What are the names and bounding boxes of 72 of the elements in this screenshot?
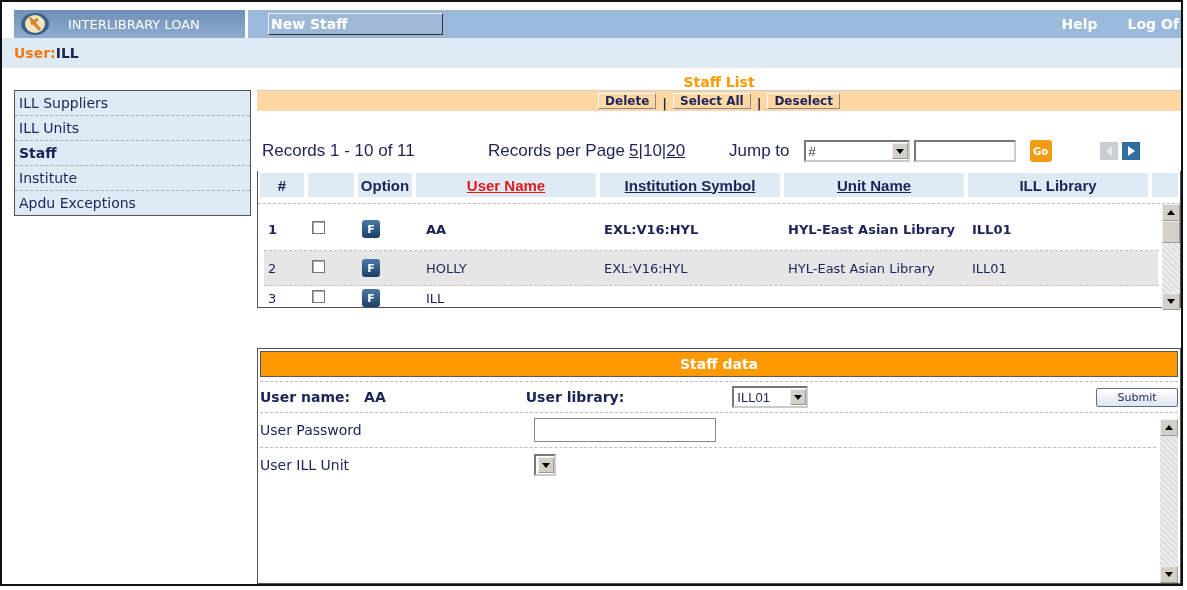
user-label: User: — [14, 45, 56, 61]
submit-button[interactable]: Submit — [1096, 387, 1178, 407]
sidebar-item[interactable]: Apdu Exceptions — [15, 191, 250, 215]
table-cell-text: EXL:V16:HYL — [603, 260, 689, 276]
caret-icon — [1167, 210, 1175, 215]
caret-icon — [1165, 572, 1173, 577]
jump-input[interactable] — [913, 140, 1016, 162]
sidebar-item[interactable]: Institute — [15, 166, 250, 191]
sidebar-item[interactable]: ILL Units — [15, 116, 250, 141]
user-value: ILL — [55, 45, 79, 61]
table-cell-text: HOLLY — [425, 260, 468, 276]
scrollbar[interactable] — [1162, 204, 1180, 310]
field-label: User Password — [260, 422, 363, 438]
scrollbar[interactable] — [1160, 419, 1178, 583]
header-cell — [308, 173, 354, 197]
jump-label: Jump to — [729, 141, 790, 161]
user-library-select[interactable]: ILL01 — [732, 386, 809, 408]
password-field[interactable] — [534, 418, 716, 442]
table-cell-text: 1 — [267, 221, 279, 237]
per-page-label: Records per Page — [488, 141, 626, 161]
column-header: ILL Library — [968, 173, 1148, 197]
sidebar-item[interactable]: Staff — [15, 141, 250, 166]
logo-icon — [20, 12, 50, 36]
user-name-value: AA — [364, 389, 386, 405]
column-header[interactable]: Unit Name — [784, 173, 964, 197]
column-header[interactable]: User Name — [416, 173, 596, 197]
staff-data-title-bar: Staff data — [260, 351, 1178, 377]
staff-list-title: Staff List — [682, 74, 756, 90]
table-cell-text: ILL01 — [971, 260, 1008, 276]
table-cell-text: ILL01 — [971, 221, 1013, 237]
per-page-option[interactable]: 20 — [666, 141, 686, 160]
caret-icon — [895, 148, 904, 154]
caret-icon — [794, 394, 803, 400]
column-header: Option — [358, 173, 412, 197]
column-header: # — [260, 173, 304, 197]
action-button[interactable]: Deselect — [767, 93, 840, 109]
table-cell-text: HYL-East Asian Library — [787, 260, 936, 276]
per-page-option[interactable]: 5 — [629, 141, 639, 160]
next-page-icon[interactable] — [1121, 142, 1140, 160]
separator: | — [638, 141, 643, 160]
row-checkbox[interactable] — [312, 290, 325, 303]
row-checkbox[interactable] — [312, 221, 325, 234]
table-cell-text: 2 — [267, 260, 278, 276]
scrollbar-thumb[interactable] — [1162, 221, 1180, 243]
ill-unit-select[interactable] — [534, 454, 556, 476]
table-cell-text: AA — [425, 221, 448, 237]
edit-button[interactable]: F — [362, 220, 380, 238]
edit-button[interactable]: F — [362, 259, 380, 277]
separator: | — [661, 141, 667, 160]
user-name-label: User name: — [260, 389, 351, 405]
table-cell-text: 3 — [267, 290, 278, 306]
edit-button[interactable]: F — [362, 289, 380, 307]
field-label: User ILL Unit — [260, 457, 351, 473]
separator: | — [662, 95, 668, 111]
row-checkbox[interactable] — [312, 260, 325, 273]
action-button[interactable]: Delete — [598, 93, 657, 109]
per-page-option[interactable]: 10 — [642, 141, 662, 160]
app-title: INTERLIBRARY LOAN — [68, 16, 200, 32]
caret-icon — [1165, 425, 1173, 430]
caret-icon — [542, 462, 550, 468]
sidebar-item[interactable]: ILL Suppliers — [15, 91, 250, 116]
column-header[interactable]: Institution Symbol — [600, 173, 780, 197]
caret-icon — [1167, 299, 1175, 304]
records-count: Records 1 - 10 of 11 — [262, 141, 416, 161]
table-cell-text: ILL — [425, 290, 446, 306]
table-cell-text: EXL:V16:HYL — [603, 221, 700, 237]
jump-select[interactable]: # — [803, 140, 910, 162]
table-cell-text: HYL-East Asian Library — [787, 221, 957, 237]
separator: | — [756, 95, 762, 111]
header-cell — [1152, 173, 1178, 197]
user-library-label: User library: — [525, 389, 625, 405]
action-button[interactable]: Select All — [673, 93, 751, 109]
